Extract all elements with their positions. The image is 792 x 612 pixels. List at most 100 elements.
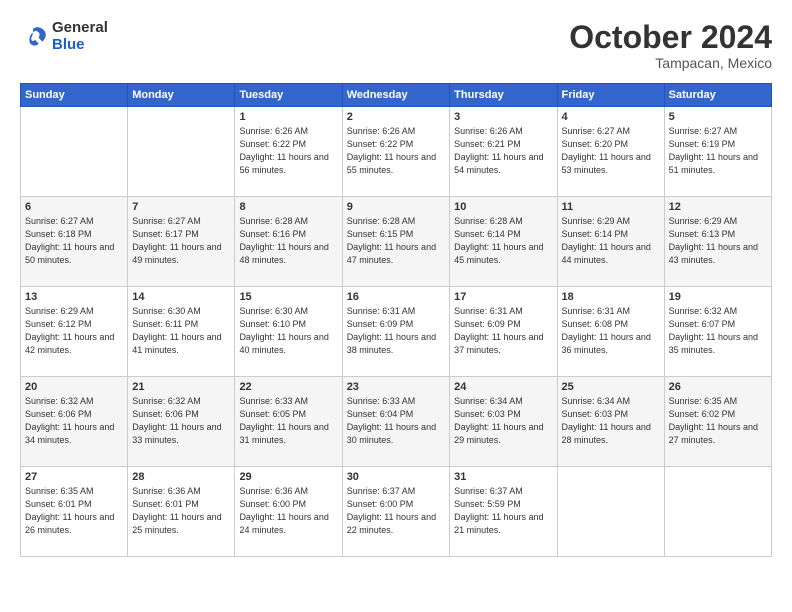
header: General Blue October 2024 Tampacan, Mexi… xyxy=(20,20,772,71)
day-cell: 2 Sunrise: 6:26 AM Sunset: 6:22 PM Daylig… xyxy=(342,107,449,197)
day-cell: 15Sunrise: 6:30 AM Sunset: 6:10 PM Dayli… xyxy=(235,287,342,377)
column-header-tuesday: Tuesday xyxy=(235,84,342,107)
day-number: 31 xyxy=(454,471,552,483)
day-info: Sunrise: 6:27 AM Sunset: 6:17 PM Dayligh… xyxy=(132,215,230,267)
day-cell: 19 Sunrise: 6:32 AM Sunset: 6:07 PM Dayli… xyxy=(664,287,771,377)
day-cell: 26 Sunrise: 6:35 AM Sunset: 6:02 PM Dayli… xyxy=(664,377,771,467)
logo-general-text: General xyxy=(52,20,108,37)
day-number: 2 xyxy=(347,111,445,123)
day-cell: 9 Sunrise: 6:28 AM Sunset: 6:15 PM Daylig… xyxy=(342,197,449,287)
day-number: 17 xyxy=(454,291,552,303)
day-info: Sunrise: 6:33 AM Sunset: 6:05 PM Dayligh… xyxy=(239,395,337,447)
column-header-friday: Friday xyxy=(557,84,664,107)
day-cell: 3Sunrise: 6:26 AM Sunset: 6:21 PM Daylig… xyxy=(450,107,557,197)
day-info: Sunrise: 6:35 AM Sunset: 6:01 PM Dayligh… xyxy=(25,485,123,537)
day-number: 25 xyxy=(562,381,660,393)
day-info: Sunrise: 6:36 AM Sunset: 6:00 PM Dayligh… xyxy=(239,485,337,537)
day-cell: 28Sunrise: 6:36 AM Sunset: 6:01 PM Dayli… xyxy=(128,467,235,557)
logo-blue-text: Blue xyxy=(52,37,108,54)
day-number: 22 xyxy=(239,381,337,393)
day-number: 5 xyxy=(669,111,767,123)
column-header-saturday: Saturday xyxy=(664,84,771,107)
day-cell: 14 Sunrise: 6:30 AM Sunset: 6:11 PM Dayli… xyxy=(128,287,235,377)
day-info: Sunrise: 6:33 AM Sunset: 6:04 PM Dayligh… xyxy=(347,395,445,447)
title-section: October 2024 Tampacan, Mexico xyxy=(569,20,772,71)
day-number: 4 xyxy=(562,111,660,123)
day-number: 6 xyxy=(25,201,123,213)
day-number: 19 xyxy=(669,291,767,303)
day-number: 28 xyxy=(132,471,230,483)
day-cell xyxy=(664,467,771,557)
page: General Blue October 2024 Tampacan, Mexi… xyxy=(0,0,792,612)
month-title: October 2024 xyxy=(569,20,772,55)
day-number: 10 xyxy=(454,201,552,213)
day-number: 8 xyxy=(239,201,337,213)
column-header-monday: Monday xyxy=(128,84,235,107)
day-number: 9 xyxy=(347,201,445,213)
day-info: Sunrise: 6:32 AM Sunset: 6:07 PM Dayligh… xyxy=(669,305,767,357)
day-info: Sunrise: 6:30 AM Sunset: 6:11 PM Dayligh… xyxy=(132,305,230,357)
day-info: Sunrise: 6:26 AM Sunset: 6:22 PM Dayligh… xyxy=(347,125,445,177)
day-cell: 12Sunrise: 6:29 AM Sunset: 6:13 PM Dayli… xyxy=(664,197,771,287)
day-cell: 24Sunrise: 6:34 AM Sunset: 6:03 PM Dayli… xyxy=(450,377,557,467)
day-info: Sunrise: 6:32 AM Sunset: 6:06 PM Dayligh… xyxy=(25,395,123,447)
day-cell: 6 Sunrise: 6:27 AM Sunset: 6:18 PM Daylig… xyxy=(21,197,128,287)
day-cell: 21 Sunrise: 6:32 AM Sunset: 6:06 PM Dayli… xyxy=(128,377,235,467)
day-number: 16 xyxy=(347,291,445,303)
day-number: 21 xyxy=(132,381,230,393)
week-row-2: 6 Sunrise: 6:27 AM Sunset: 6:18 PM Daylig… xyxy=(21,197,772,287)
day-info: Sunrise: 6:30 AM Sunset: 6:10 PM Dayligh… xyxy=(239,305,337,357)
day-number: 20 xyxy=(25,381,123,393)
calendar-table: SundayMondayTuesdayWednesdayThursdayFrid… xyxy=(20,83,772,557)
day-info: Sunrise: 6:29 AM Sunset: 6:13 PM Dayligh… xyxy=(669,215,767,267)
calendar-body: 1 Sunrise: 6:26 AM Sunset: 6:22 PM Daylig… xyxy=(21,107,772,557)
day-cell: 16 Sunrise: 6:31 AM Sunset: 6:09 PM Dayli… xyxy=(342,287,449,377)
day-info: Sunrise: 6:28 AM Sunset: 6:16 PM Dayligh… xyxy=(239,215,337,267)
day-number: 14 xyxy=(132,291,230,303)
day-number: 11 xyxy=(562,201,660,213)
day-cell: 29Sunrise: 6:36 AM Sunset: 6:00 PM Dayli… xyxy=(235,467,342,557)
day-info: Sunrise: 6:26 AM Sunset: 6:21 PM Dayligh… xyxy=(454,125,552,177)
day-number: 26 xyxy=(669,381,767,393)
location: Tampacan, Mexico xyxy=(569,55,772,71)
day-info: Sunrise: 6:29 AM Sunset: 6:12 PM Dayligh… xyxy=(25,305,123,357)
day-info: Sunrise: 6:28 AM Sunset: 6:15 PM Dayligh… xyxy=(347,215,445,267)
day-cell xyxy=(557,467,664,557)
day-cell: 10 Sunrise: 6:28 AM Sunset: 6:14 PM Dayli… xyxy=(450,197,557,287)
day-info: Sunrise: 6:35 AM Sunset: 6:02 PM Dayligh… xyxy=(669,395,767,447)
day-cell: 22 Sunrise: 6:33 AM Sunset: 6:05 PM Dayli… xyxy=(235,377,342,467)
day-cell: 7Sunrise: 6:27 AM Sunset: 6:17 PM Daylig… xyxy=(128,197,235,287)
day-info: Sunrise: 6:27 AM Sunset: 6:19 PM Dayligh… xyxy=(669,125,767,177)
calendar-header: SundayMondayTuesdayWednesdayThursdayFrid… xyxy=(21,84,772,107)
day-cell: 20 Sunrise: 6:32 AM Sunset: 6:06 PM Dayli… xyxy=(21,377,128,467)
day-cell: 13 Sunrise: 6:29 AM Sunset: 6:12 PM Dayli… xyxy=(21,287,128,377)
day-cell: 17 Sunrise: 6:31 AM Sunset: 6:09 PM Dayli… xyxy=(450,287,557,377)
day-info: Sunrise: 6:31 AM Sunset: 6:09 PM Dayligh… xyxy=(454,305,552,357)
day-info: Sunrise: 6:32 AM Sunset: 6:06 PM Dayligh… xyxy=(132,395,230,447)
week-row-3: 13 Sunrise: 6:29 AM Sunset: 6:12 PM Dayli… xyxy=(21,287,772,377)
column-header-wednesday: Wednesday xyxy=(342,84,449,107)
day-info: Sunrise: 6:37 AM Sunset: 6:00 PM Dayligh… xyxy=(347,485,445,537)
day-number: 13 xyxy=(25,291,123,303)
day-cell: 31 Sunrise: 6:37 AM Sunset: 5:59 PM Dayli… xyxy=(450,467,557,557)
logo-icon xyxy=(20,23,48,51)
day-info: Sunrise: 6:27 AM Sunset: 6:20 PM Dayligh… xyxy=(562,125,660,177)
day-info: Sunrise: 6:29 AM Sunset: 6:14 PM Dayligh… xyxy=(562,215,660,267)
week-row-4: 20 Sunrise: 6:32 AM Sunset: 6:06 PM Dayli… xyxy=(21,377,772,467)
column-header-sunday: Sunday xyxy=(21,84,128,107)
day-cell: 23Sunrise: 6:33 AM Sunset: 6:04 PM Dayli… xyxy=(342,377,449,467)
day-number: 1 xyxy=(239,111,337,123)
logo-text: General Blue xyxy=(52,20,108,53)
day-cell: 30Sunrise: 6:37 AM Sunset: 6:00 PM Dayli… xyxy=(342,467,449,557)
day-info: Sunrise: 6:27 AM Sunset: 6:18 PM Dayligh… xyxy=(25,215,123,267)
day-cell: 18Sunrise: 6:31 AM Sunset: 6:08 PM Dayli… xyxy=(557,287,664,377)
day-info: Sunrise: 6:34 AM Sunset: 6:03 PM Dayligh… xyxy=(454,395,552,447)
day-info: Sunrise: 6:34 AM Sunset: 6:03 PM Dayligh… xyxy=(562,395,660,447)
week-row-5: 27 Sunrise: 6:35 AM Sunset: 6:01 PM Dayli… xyxy=(21,467,772,557)
column-header-thursday: Thursday xyxy=(450,84,557,107)
day-cell: 25 Sunrise: 6:34 AM Sunset: 6:03 PM Dayli… xyxy=(557,377,664,467)
day-info: Sunrise: 6:31 AM Sunset: 6:09 PM Dayligh… xyxy=(347,305,445,357)
day-info: Sunrise: 6:28 AM Sunset: 6:14 PM Dayligh… xyxy=(454,215,552,267)
day-info: Sunrise: 6:37 AM Sunset: 5:59 PM Dayligh… xyxy=(454,485,552,537)
day-number: 27 xyxy=(25,471,123,483)
